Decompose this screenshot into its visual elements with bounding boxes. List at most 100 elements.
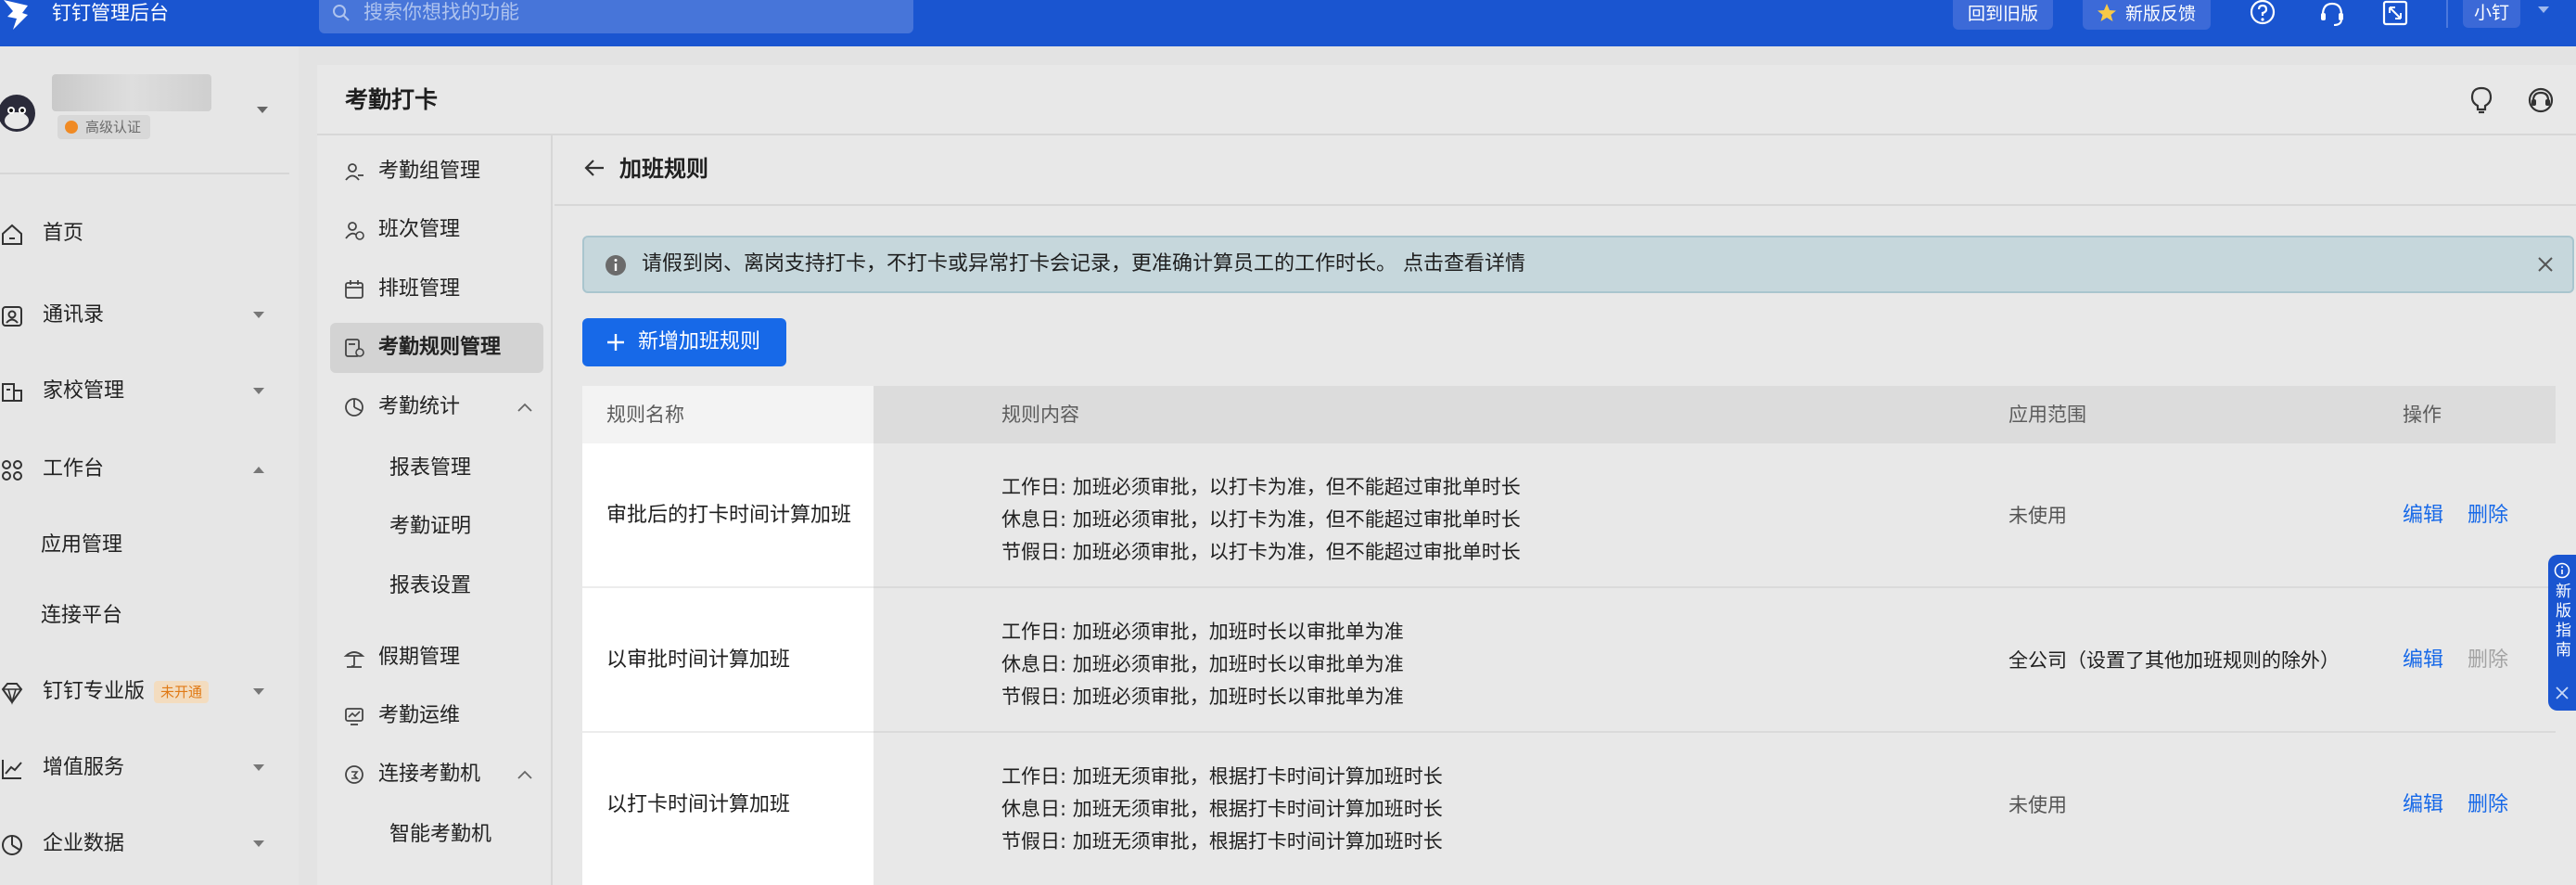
rule-name: 审批后的打卡时间计算加班 <box>606 504 852 527</box>
edit-link[interactable]: 编辑 <box>2403 588 2443 733</box>
section-divider <box>555 204 2576 206</box>
chevron-up-icon <box>517 403 532 412</box>
close-icon[interactable] <box>2537 256 2554 273</box>
rule-name: 以审批时间计算加班 <box>606 648 791 672</box>
support-headset-icon[interactable] <box>2526 85 2556 115</box>
rule-name: 以打卡时间计算加班 <box>606 793 791 816</box>
dingtalk-logo-icon[interactable] <box>0 0 32 30</box>
calendar-icon <box>345 280 363 299</box>
monitor-icon <box>345 708 363 725</box>
subnav-item-rules[interactable]: 考勤规则管理 <box>330 323 543 373</box>
sidebar-item-label: 增值服务 <box>43 756 125 779</box>
delete-link[interactable]: 删除 <box>2468 443 2508 588</box>
subnav-item-operations[interactable]: 考勤运维 <box>330 691 543 741</box>
chevron-down-icon <box>253 312 264 318</box>
subnav-item-leave[interactable]: 假期管理 <box>330 633 543 683</box>
feedback-button[interactable]: 新版反馈 <box>2083 0 2212 30</box>
overtime-rules-table: 规则名称 规则内容 应用范围 操作 审批后的打卡时间计算加班 工作日: 加班必须… <box>582 386 2556 885</box>
overtime-rules-page: 加班规则 请假到岗、离岗支持打卡，不打卡或异常打卡会记录，更准确计算员工的工作时… <box>555 135 2576 885</box>
rule-scope: 未使用 <box>2009 733 2342 878</box>
rule-content: 工作日: 加班必须审批，加班时长以审批单为准 休息日: 加班必须审批，加班时长以… <box>1001 616 1404 713</box>
chevron-down-icon[interactable] <box>2537 6 2550 15</box>
section-title: 加班规则 <box>619 156 708 182</box>
sidebar-item-label: 通讯录 <box>43 303 105 327</box>
fullscreen-icon[interactable] <box>2381 0 2409 28</box>
edit-link[interactable]: 编辑 <box>2403 443 2443 588</box>
subnav-item-scheduling[interactable]: 排班管理 <box>330 264 543 314</box>
umbrella-icon <box>343 651 365 668</box>
contacts-icon <box>2 306 22 327</box>
column-header-content: 规则内容 <box>1001 404 1079 426</box>
rule-content: 工作日: 加班无须审批，根据打卡时间计算加班时长 休息日: 加班无须审批，根据打… <box>1001 761 1443 858</box>
delete-link[interactable]: 删除 <box>2468 733 2508 878</box>
subnav-item-statistics[interactable]: 考勤统计 <box>330 382 543 432</box>
sidebar-item-contacts[interactable]: 通讯录 <box>0 297 287 334</box>
help-icon[interactable] <box>2249 0 2276 28</box>
home-icon <box>2 224 22 245</box>
sidebar-item-home[interactable]: 首页 <box>0 215 287 252</box>
subnav-label: 考勤统计 <box>378 395 461 418</box>
column-header-scope: 应用范围 <box>2009 404 2086 426</box>
certification-badge: 高级认证 <box>57 115 151 139</box>
rules-document-icon <box>345 339 364 357</box>
sidebar-item-value-added[interactable]: 增值服务 <box>0 750 287 787</box>
sidebar-subitem-app-management[interactable]: 应用管理 <box>41 527 122 564</box>
subnav-label: 连接考勤机 <box>378 763 481 786</box>
subnav-item-attendance-groups[interactable]: 考勤组管理 <box>330 147 543 197</box>
app-title: 钉钉管理后台 <box>52 2 169 24</box>
customer-service-icon[interactable] <box>2318 0 2346 28</box>
rule-content: 工作日: 加班必须审批，以打卡为准，但不能超过审批单时长 休息日: 加班必须审批… <box>1001 471 1521 569</box>
add-button-label: 新增加班规则 <box>638 330 761 353</box>
chevron-down-icon <box>253 388 264 394</box>
subnav-label: 班次管理 <box>378 218 461 241</box>
sidebar-item-label: 工作台 <box>43 457 105 481</box>
subnav-item-shifts[interactable]: 班次管理 <box>330 205 543 255</box>
subnav-subitem-smart-machine[interactable]: 智能考勤机 <box>389 810 491 860</box>
top-bar: 钉钉管理后台 搜索你想找的功能 回到旧版 新版反馈 小钉 <box>0 0 2576 46</box>
sidebar-item-enterprise-data[interactable]: 企业数据 <box>0 826 287 863</box>
chevron-down-icon <box>253 688 264 695</box>
subnav-item-machines[interactable]: 连接考勤机 <box>330 750 543 800</box>
cert-label: 高级认证 <box>85 119 142 135</box>
guide-label: 新版指南 <box>2556 583 2571 660</box>
sidebar-item-label: 钉钉专业版 未开通 <box>43 673 210 711</box>
certified-icon <box>65 121 78 134</box>
chevron-down-icon[interactable] <box>256 106 269 115</box>
sidebar-divider <box>0 173 289 174</box>
rule-scope-text: 全公司（设置了其他加班规则的除外） <box>2009 648 2340 672</box>
user-avatar[interactable]: 小钉 <box>2463 0 2520 28</box>
left-sidebar: 高级认证 首页 通讯录 家校管理 工作台 应用管理 连接平台 钉钉专业版 未开通… <box>0 46 299 885</box>
sidebar-item-label: 首页 <box>43 222 84 245</box>
table-row: 以审批时间计算加班 工作日: 加班必须审批，加班时长以审批单为准 休息日: 加班… <box>582 588 2556 733</box>
info-notice: 请假到岗、离岗支持打卡，不打卡或异常打卡会记录，更准确计算员工的工作时长。 点击… <box>582 236 2574 293</box>
table-row: 审批后的打卡时间计算加班 工作日: 加班必须审批，以打卡为准，但不能超过审批单时… <box>582 443 2556 588</box>
org-avatar-icon[interactable] <box>0 85 41 141</box>
search-input[interactable]: 搜索你想找的功能 <box>319 0 913 33</box>
rule-scope: 全公司（设置了其他加班规则的除外） <box>2009 588 2342 733</box>
add-overtime-rule-button[interactable]: 新增加班规则 <box>582 318 786 366</box>
sidebar-subitem-connect-platform[interactable]: 连接平台 <box>41 597 122 635</box>
search-icon <box>333 5 350 21</box>
delete-link-disabled: 删除 <box>2468 648 2509 672</box>
org-name-blurred[interactable] <box>52 74 211 111</box>
sidebar-item-school[interactable]: 家校管理 <box>0 373 287 410</box>
chevron-down-icon <box>253 764 264 771</box>
subnav-subitem-certificate[interactable]: 考勤证明 <box>389 502 471 552</box>
plus-icon <box>607 334 624 351</box>
lightbulb-icon[interactable] <box>2467 85 2496 115</box>
new-version-guide-tab[interactable]: 新版指南 <box>2548 555 2576 711</box>
edit-link[interactable]: 编辑 <box>2403 733 2443 878</box>
rule-line-workday: 工作日: 加班无须审批，根据打卡时间计算加班时长 <box>1001 765 1443 788</box>
search-placeholder: 搜索你想找的功能 <box>363 1 519 23</box>
rule-line-workday: 工作日: 加班必须审批，加班时长以审批单为准 <box>1001 621 1404 643</box>
subnav-subitem-report-settings[interactable]: 报表设置 <box>389 561 471 611</box>
subnav-subitem-reports[interactable]: 报表管理 <box>389 443 471 494</box>
rule-scope-text: 未使用 <box>2009 793 2067 816</box>
rule-line-holiday: 节假日: 加班必须审批，加班时长以审批单为准 <box>1001 686 1404 708</box>
back-arrow-icon[interactable] <box>582 156 606 180</box>
sidebar-item-pro-edition[interactable]: 钉钉专业版 未开通 <box>0 673 287 711</box>
close-icon[interactable] <box>2556 686 2569 699</box>
back-to-old-version-button[interactable]: 回到旧版 <box>1953 0 2054 30</box>
notice-text[interactable]: 请假到岗、离岗支持打卡，不打卡或异常打卡会记录，更准确计算员工的工作时长。 点击… <box>642 237 1525 291</box>
sidebar-item-workbench[interactable]: 工作台 <box>0 451 287 488</box>
